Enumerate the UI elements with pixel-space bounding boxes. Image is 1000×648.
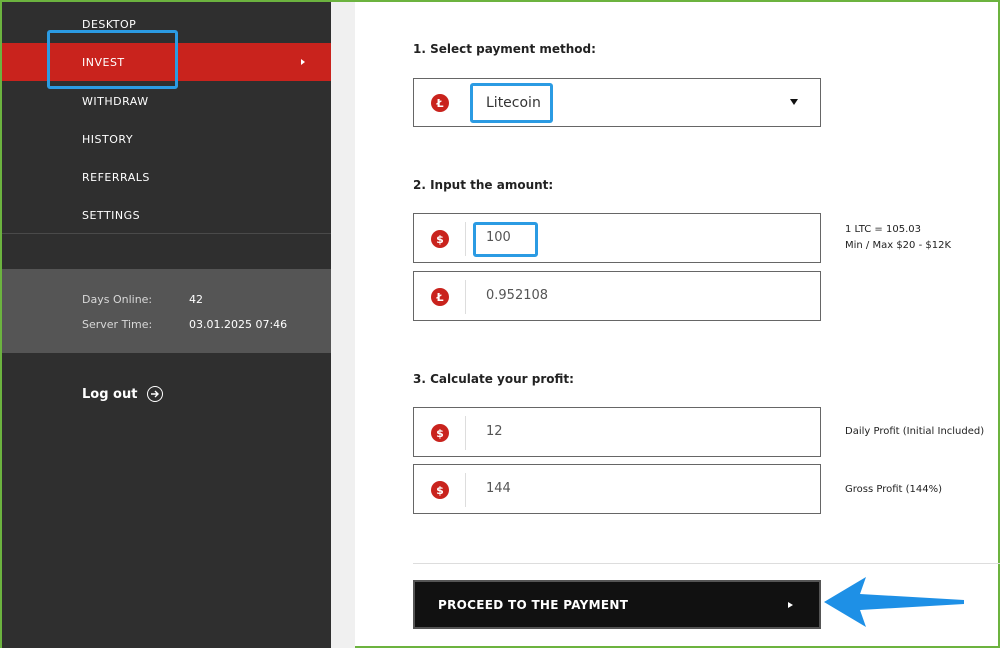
server-time-value: 03.01.2025 07:46 (189, 318, 288, 331)
daily-profit-value: 12 (486, 424, 503, 439)
proceed-button-label: PROCEED TO THE PAYMENT (438, 597, 629, 612)
pointer-arrow-icon (824, 577, 964, 627)
days-online-label: Days Online: (82, 293, 153, 306)
ltc-amount-field[interactable]: Ł 0.952108 (413, 271, 821, 321)
sidebar-item-label: WITHDRAW (82, 94, 149, 108)
gross-profit-label: Gross Profit (144%) (845, 484, 943, 495)
step1-title: 1. Select payment method: (413, 42, 596, 56)
dollar-icon: $ (431, 481, 449, 499)
ltc-amount-value: 0.952108 (486, 288, 549, 303)
server-time-label: Server Time: (82, 318, 153, 331)
sidebar-item-label: DESKTOP (82, 17, 137, 31)
sidebar-item-label: REFERRALS (82, 170, 150, 184)
field-separator (465, 416, 466, 450)
sidebar-divider (2, 233, 331, 234)
sidebar-item-label: HISTORY (82, 132, 134, 146)
field-separator (465, 222, 466, 256)
chevron-right-icon (301, 59, 305, 65)
amount-highlight (473, 222, 538, 257)
dollar-icon: $ (431, 424, 449, 442)
logout-label: Log out (82, 386, 138, 402)
litecoin-icon: Ł (431, 94, 449, 112)
step2-title: 2. Input the amount: (413, 178, 554, 192)
gross-profit-value: 144 (486, 481, 511, 496)
section-divider (413, 563, 1000, 564)
server-info-panel: Days Online: 42 Server Time: 03.01.2025 … (2, 269, 331, 353)
step3-title: 3. Calculate your profit: (413, 372, 574, 386)
litecoin-icon: Ł (431, 288, 449, 306)
dropdown-arrow-icon (790, 99, 798, 105)
rate-note: 1 LTC = 105.03 (845, 224, 921, 235)
field-separator (465, 473, 466, 507)
sidebar-item-label: SETTINGS (82, 208, 141, 222)
sidebar-item-referrals[interactable]: REFERRALS (2, 158, 331, 196)
play-arrow-icon (788, 601, 793, 608)
limits-note: Min / Max $20 - $12K (845, 240, 952, 251)
content-gutter (331, 2, 355, 648)
invest-highlight (47, 30, 178, 89)
litecoin-highlight (470, 83, 553, 123)
sidebar-item-history[interactable]: HISTORY (2, 120, 331, 158)
arrow-right-circle-icon (147, 386, 164, 402)
daily-profit-label: Daily Profit (Initial Included) (845, 426, 985, 437)
gross-profit-field: $ 144 (413, 464, 821, 514)
sidebar-item-settings[interactable]: SETTINGS (2, 196, 331, 234)
daily-profit-field: $ 12 (413, 407, 821, 457)
dollar-icon: $ (431, 230, 449, 248)
logout-link[interactable]: Log out (82, 386, 164, 402)
proceed-to-payment-button[interactable]: PROCEED TO THE PAYMENT (413, 580, 821, 629)
sidebar: DESKTOP INVEST WITHDRAW HISTORY REFERRAL… (2, 2, 331, 648)
days-online-value: 42 (189, 293, 203, 306)
field-separator (465, 280, 466, 314)
